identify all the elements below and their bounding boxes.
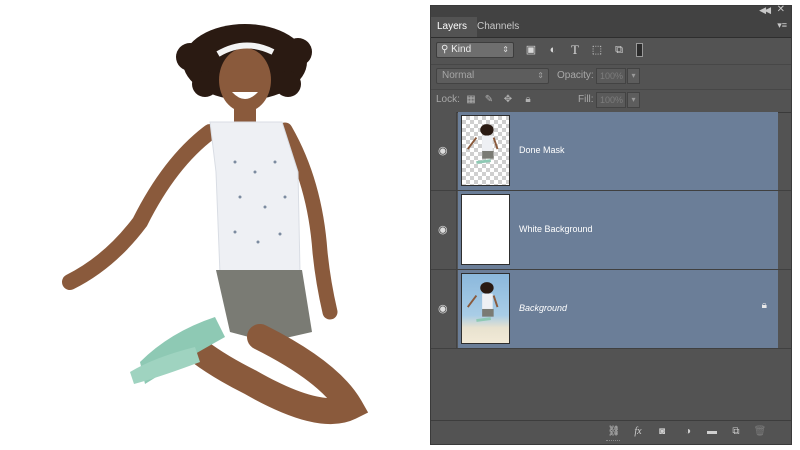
- thumbnail-figure: [466, 124, 499, 164]
- filter-toggle[interactable]: [636, 43, 643, 57]
- layer-name: White Background: [519, 224, 593, 234]
- layer-thumbnail: [461, 194, 510, 265]
- panel-bottom-bar: ⛓ fx ◙ ◑ ▬ ⧉ 🗑︎: [431, 420, 791, 444]
- layer-name: Background: [519, 303, 568, 313]
- visibility-toggle[interactable]: ◉: [431, 112, 457, 190]
- new-layer-icon[interactable]: ⧉: [729, 425, 743, 439]
- lock-all-icon[interactable]: 🔒︎: [522, 93, 534, 106]
- type-filter-icon[interactable]: T: [568, 43, 582, 57]
- eye-icon: ◉: [438, 303, 448, 315]
- search-icon: ⚲: [441, 44, 449, 55]
- fill-field[interactable]: 100%: [596, 92, 626, 108]
- chevron-updown-icon: ⇕: [537, 71, 544, 80]
- layer-row-background[interactable]: ◉ Background 🔒︎: [431, 270, 791, 349]
- delete-icon[interactable]: 🗑︎: [753, 425, 767, 439]
- panel-titlebar: ◀◀ ✕: [431, 4, 791, 17]
- adjustment-layer-icon[interactable]: ◑: [681, 425, 695, 439]
- fx-icon[interactable]: fx: [631, 425, 645, 439]
- fill-label: Fill:: [578, 94, 594, 105]
- neck: [234, 104, 256, 124]
- resize-grip[interactable]: [606, 440, 620, 443]
- layer-row-done-mask[interactable]: ◉ Done Mask: [431, 112, 791, 191]
- opacity-label: Opacity:: [557, 70, 594, 81]
- lock-transparency-icon[interactable]: ▦: [465, 93, 477, 106]
- lock-image-icon[interactable]: ✎: [483, 93, 495, 106]
- tank-top: [209, 121, 301, 275]
- blend-mode-select[interactable]: Normal ⇕: [436, 68, 549, 84]
- tab-channels[interactable]: Channels: [471, 17, 525, 37]
- layer-list: ◉ Done Mask ◉ White Background ◉ Backgro…: [431, 112, 791, 419]
- photo-canvas: [62, 24, 369, 425]
- smart-object-filter-icon[interactable]: ⧉: [612, 43, 626, 57]
- new-group-icon[interactable]: ▬: [705, 425, 719, 439]
- layers-panel: ◀◀ ✕ Layers Channels ▾≡ ⚲ Kind ⇕ ▣ ◐ T ⬚…: [430, 4, 792, 445]
- filter-kind-select[interactable]: ⚲ Kind ⇕: [436, 42, 514, 58]
- visibility-toggle[interactable]: ◉: [431, 270, 457, 348]
- eye-icon: ◉: [438, 145, 448, 157]
- add-mask-icon[interactable]: ◙: [655, 425, 669, 439]
- panel-tabbar: Layers Channels ▾≡: [431, 17, 791, 38]
- collapse-icon[interactable]: ◀◀: [759, 5, 771, 16]
- head: [219, 48, 271, 112]
- layer-row-white-background[interactable]: ◉ White Background: [431, 191, 791, 270]
- layer-thumbnail: [461, 115, 510, 186]
- close-icon[interactable]: ✕: [777, 4, 785, 15]
- lock-row: Lock: ▦ ✎ ✥ 🔒︎ Fill: 100% ▾: [431, 88, 791, 113]
- blend-mode-value: Normal: [442, 70, 475, 81]
- visibility-toggle[interactable]: ◉: [431, 191, 457, 269]
- panel-menu-icon[interactable]: ▾≡: [777, 20, 787, 31]
- layer-thumbnail: [461, 273, 510, 344]
- chevron-updown-icon: ⇕: [502, 45, 509, 54]
- pixel-filter-icon[interactable]: ▣: [524, 43, 538, 57]
- opacity-dropdown[interactable]: ▾: [627, 68, 640, 84]
- adjustment-filter-icon[interactable]: ◐: [546, 43, 560, 57]
- link-layers-icon[interactable]: ⛓: [607, 425, 621, 439]
- lock-position-icon[interactable]: ✥: [502, 93, 514, 106]
- filter-row: ⚲ Kind ⇕ ▣ ◐ T ⬚ ⧉: [431, 38, 791, 64]
- shape-filter-icon[interactable]: ⬚: [590, 43, 604, 57]
- legs: [187, 324, 369, 425]
- fill-dropdown[interactable]: ▾: [627, 92, 640, 108]
- lock-label: Lock:: [436, 94, 460, 105]
- opacity-field[interactable]: 100%: [596, 68, 626, 84]
- layer-lock-icon[interactable]: 🔒︎: [762, 300, 767, 311]
- layer-name: Done Mask: [519, 145, 565, 155]
- filter-kind-label: Kind: [451, 44, 472, 55]
- eye-icon: ◉: [438, 224, 448, 236]
- thumbnail-figure: [466, 282, 499, 322]
- blend-row: Normal ⇕ Opacity: 100% ▾: [431, 64, 791, 90]
- left-arm: [62, 124, 218, 290]
